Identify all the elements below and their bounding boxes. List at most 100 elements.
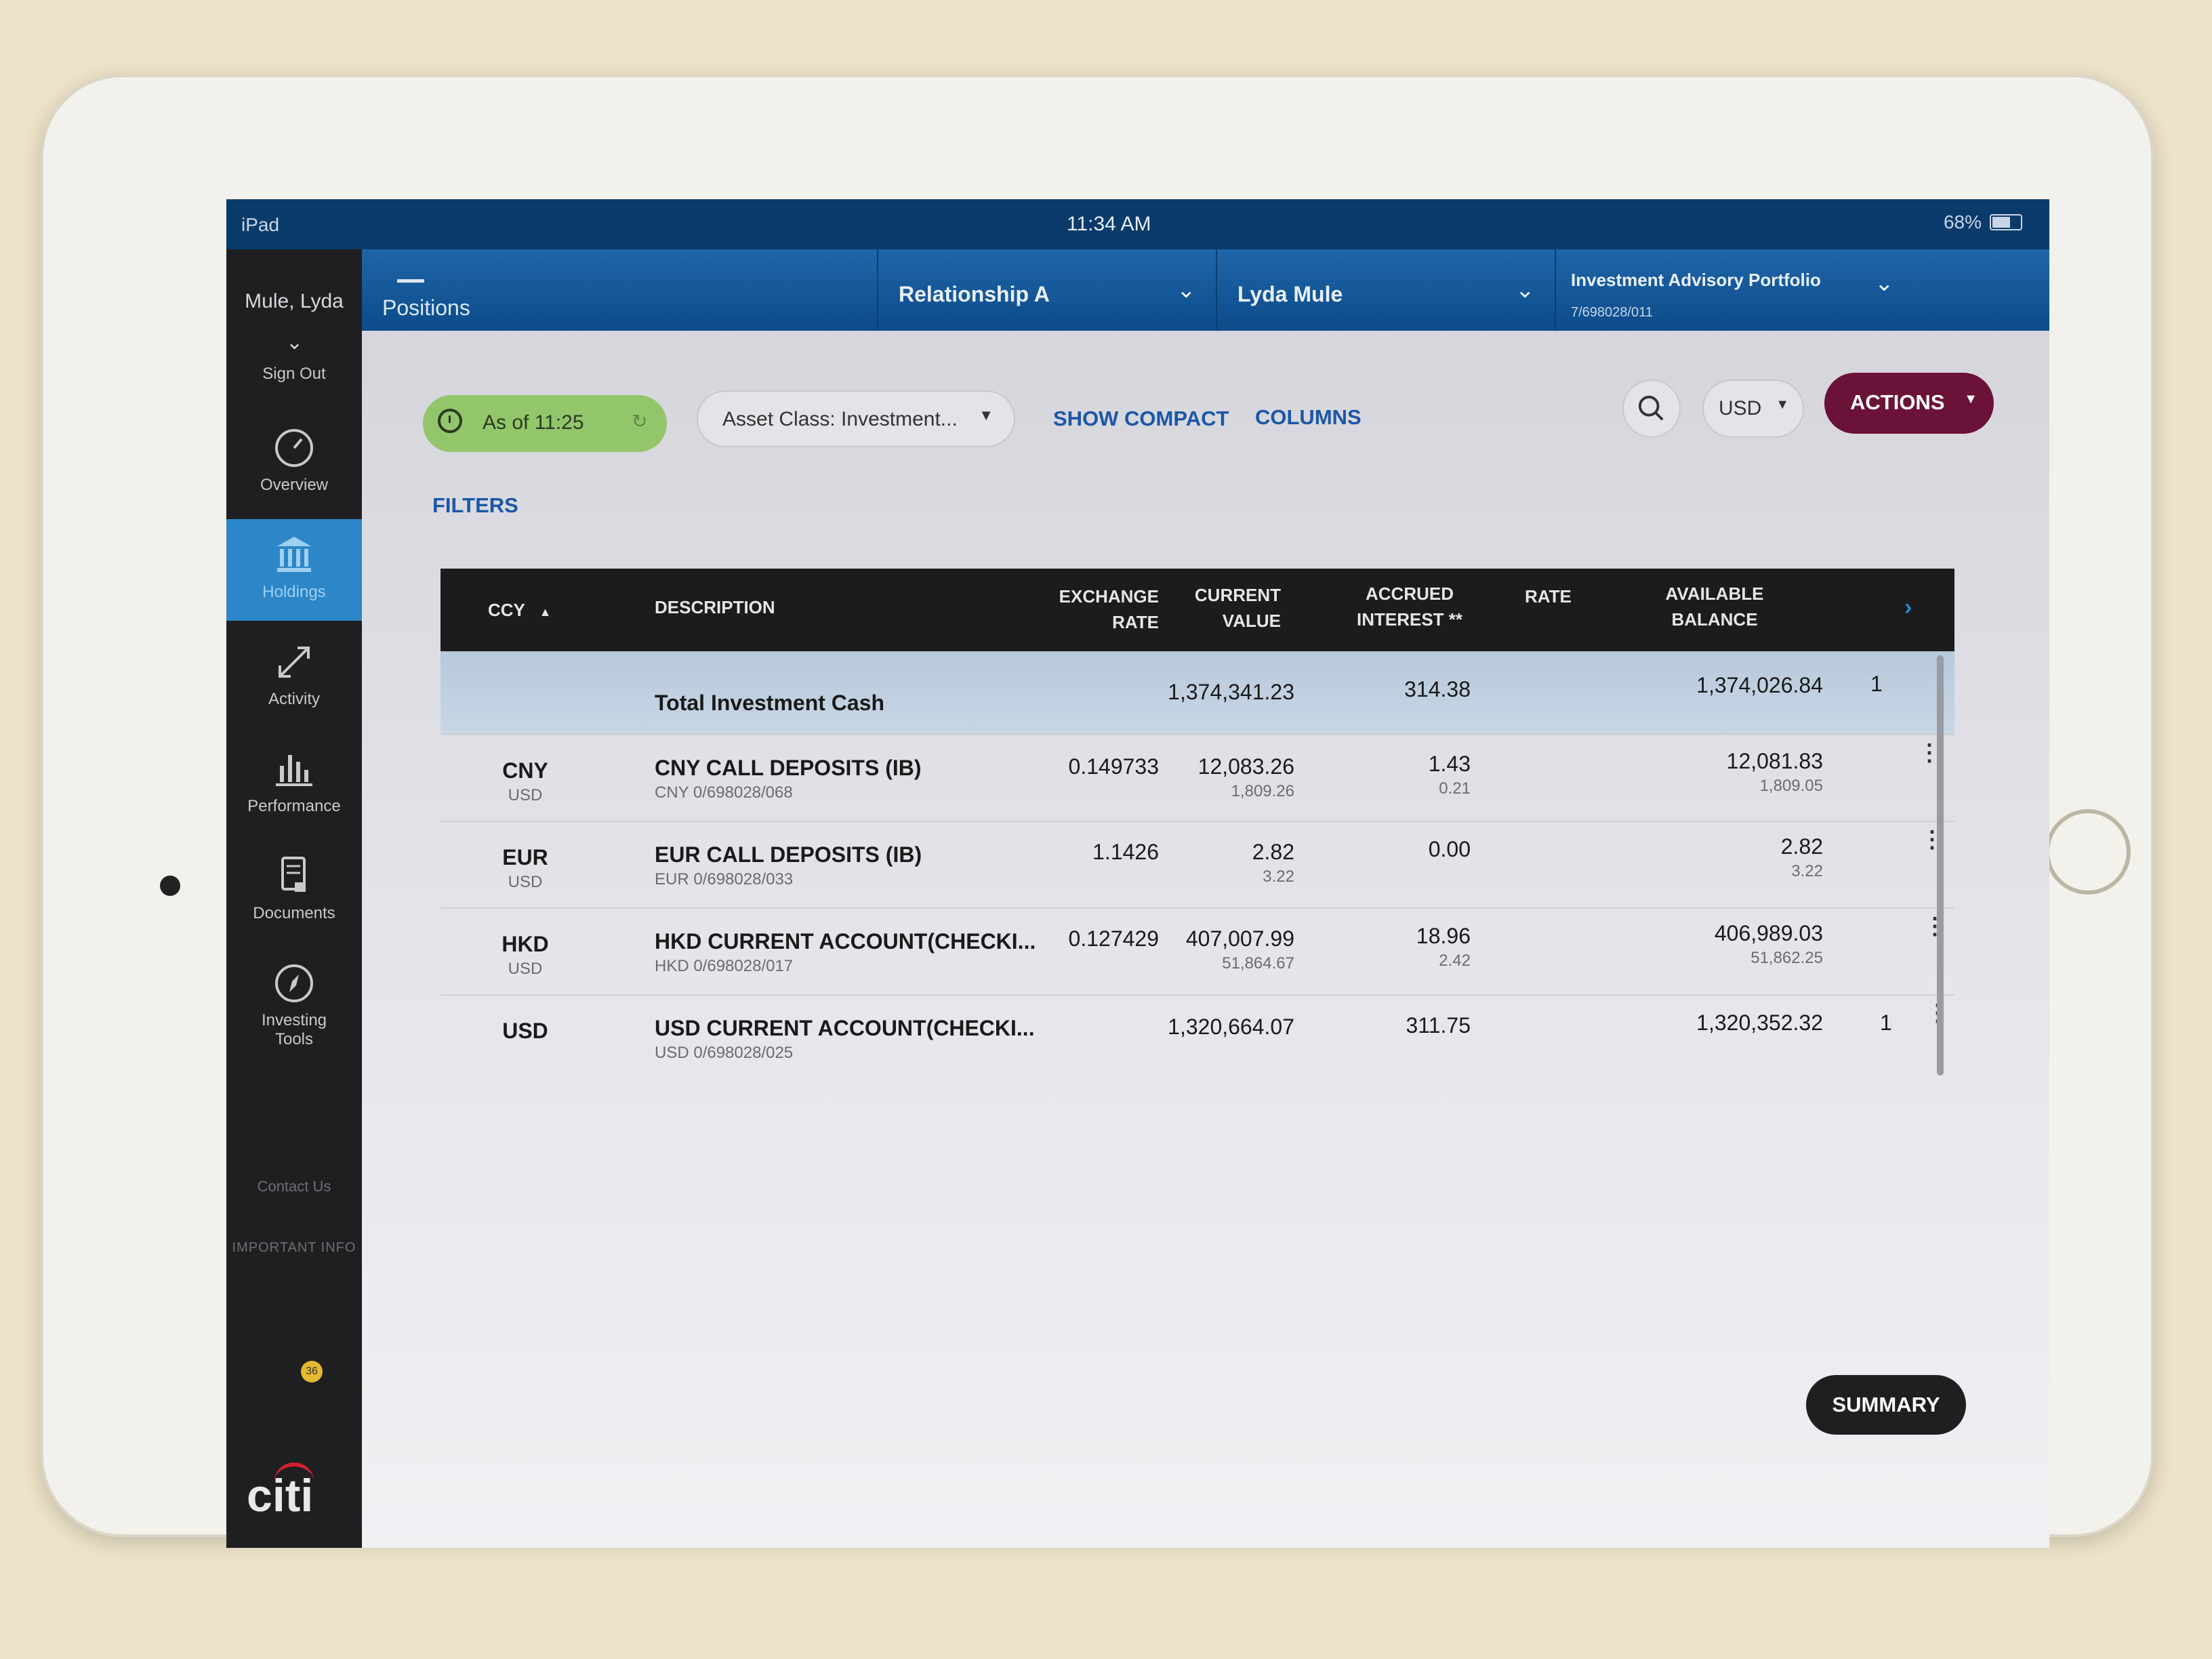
- total-row[interactable]: Total Investment Cash 1,374,341.23 314.3…: [441, 651, 1954, 735]
- home-button[interactable]: [2045, 809, 2131, 895]
- client-label: Lyda Mule: [1237, 282, 1343, 306]
- camera: [160, 876, 180, 896]
- relationship-selector[interactable]: Relationship A ⌄: [877, 249, 1217, 331]
- table-row[interactable]: HKD USD HKD CURRENT ACCOUNT(CHECKI... HK…: [441, 909, 1954, 996]
- chevron-down-icon[interactable]: ⌄: [286, 331, 303, 354]
- currency-dropdown[interactable]: USD ▼: [1702, 380, 1804, 438]
- exchange-rate-cell: 0.127429: [1068, 926, 1159, 951]
- table-row[interactable]: EUR USD EUR CALL DEPOSITS (IB) EUR 0/698…: [441, 822, 1954, 909]
- show-compact-link[interactable]: SHOW COMPACT: [1053, 407, 1229, 431]
- accrued-interest-cell: 0.00: [1362, 837, 1471, 865]
- description-cell[interactable]: HKD CURRENT ACCOUNT(CHECKI... HKD 0/6980…: [655, 929, 1036, 976]
- sidebar-item-label: Documents: [253, 904, 335, 922]
- portfolio-selector[interactable]: Investment Advisory Portfolio 7/698028/0…: [1555, 249, 1915, 331]
- summary-button[interactable]: SUMMARY: [1806, 1375, 1966, 1435]
- clock: 11:34 AM: [1067, 213, 1151, 235]
- table-row[interactable]: USD USD CURRENT ACCOUNT(CHECKI... USD 0/…: [441, 996, 1954, 1081]
- contact-us-link[interactable]: Contact Us: [226, 1178, 362, 1195]
- sidebar-item-overview[interactable]: Overview: [226, 412, 362, 514]
- caret-down-icon: ▼: [1776, 397, 1789, 412]
- header-rate[interactable]: RATE: [1525, 583, 1572, 609]
- user-name[interactable]: Mule, Lyda: [226, 290, 362, 313]
- holdings-table: CCY ▲ DESCRIPTION EXCHANGE RATE CURRENT …: [441, 569, 1954, 1081]
- device-label: iPad: [241, 214, 280, 235]
- actions-button[interactable]: ACTIONS ▼: [1824, 373, 1994, 434]
- portfolio-label: Investment Advisory Portfolio: [1571, 270, 1821, 290]
- filters-link[interactable]: FILTERS: [432, 493, 518, 518]
- header-description[interactable]: DESCRIPTION: [655, 594, 775, 620]
- accrued-interest: 0.00: [1428, 837, 1471, 861]
- description-cell[interactable]: CNY CALL DEPOSITS (IB) CNY 0/698028/068: [655, 756, 922, 802]
- refresh-icon[interactable]: ↻: [632, 410, 647, 432]
- accrued-interest-cell: 18.96 2.42: [1362, 924, 1471, 970]
- ccy-sub: USD: [508, 960, 543, 978]
- ccy-cell: CNY USD: [488, 758, 562, 805]
- account-number: EUR 0/698028/033: [655, 870, 794, 888]
- asset-class-dropdown[interactable]: Asset Class: Investment... ▼: [697, 390, 1015, 447]
- relationship-label: Relationship A: [899, 282, 1050, 306]
- available-balance: 12,081.83: [1726, 749, 1823, 773]
- header-line: RATE: [1112, 612, 1159, 632]
- sidebar-item-label: Performance: [247, 797, 341, 815]
- search-icon: [1638, 395, 1664, 421]
- client-selector[interactable]: Lyda Mule ⌄: [1216, 249, 1556, 331]
- description-cell[interactable]: EUR CALL DEPOSITS (IB) EUR 0/698028/033: [655, 842, 922, 889]
- ccy-sub: USD: [508, 786, 543, 804]
- chevron-down-icon: ⌄: [1515, 277, 1535, 303]
- screen: iPad 11:34 AM 68% Mule, Lyda ⌄ Sign Out …: [226, 199, 2049, 1548]
- current-value-usd: 51,864.67: [1222, 954, 1294, 972]
- account-number: USD 0/698028/025: [655, 1044, 794, 1062]
- columns-link[interactable]: COLUMNS: [1255, 405, 1361, 430]
- ccy-code: EUR: [502, 845, 548, 869]
- description-text: USD CURRENT ACCOUNT(CHECKI...: [655, 1016, 1035, 1040]
- header-exchange-rate[interactable]: EXCHANGE RATE: [1037, 583, 1159, 635]
- available-balance: 1,320,352.32: [1696, 1010, 1823, 1035]
- accrued-interest: 1.43: [1428, 752, 1471, 776]
- header-line: EXCHANGE: [1059, 586, 1159, 607]
- header-available-balance[interactable]: AVAILABLE BALANCE: [1647, 581, 1782, 632]
- ccy-code: HKD: [501, 932, 549, 956]
- sidebar-item-activity[interactable]: Activity: [226, 626, 362, 728]
- logo-arc: [274, 1462, 314, 1484]
- search-button[interactable]: [1622, 380, 1681, 438]
- compass-icon: [275, 964, 313, 1002]
- as-of-label: As of 11:25: [483, 411, 584, 434]
- menu-handle-icon[interactable]: [397, 279, 424, 283]
- table-row[interactable]: CNY USD CNY CALL DEPOSITS (IB) CNY 0/698…: [441, 735, 1954, 822]
- important-info-link[interactable]: IMPORTANT INFO: [226, 1240, 362, 1256]
- toolbar: As of 11:25 ↻ Asset Class: Investment...…: [362, 331, 2049, 534]
- accrued-interest-usd: 0.21: [1439, 779, 1471, 798]
- as-of-badge[interactable]: As of 11:25 ↻: [423, 395, 667, 452]
- header-line: CURRENT: [1194, 585, 1281, 605]
- header-current-value[interactable]: CURRENT VALUE: [1186, 582, 1281, 634]
- available-balance-cell: 12,081.83 1,809.05: [1647, 749, 1823, 796]
- available-balance-cell: 2.82 3.22: [1647, 834, 1823, 881]
- accrued-interest: 18.96: [1416, 924, 1471, 948]
- header-accrued-interest[interactable]: ACCRUED INTEREST **: [1342, 581, 1477, 632]
- sidebar-item-investing-tools[interactable]: Investing Tools: [226, 947, 362, 1063]
- row-extra: 1: [1880, 1010, 1892, 1035]
- description-text: HKD CURRENT ACCOUNT(CHECKI...: [655, 929, 1036, 954]
- sidebar-item-holdings[interactable]: Holdings: [226, 519, 362, 621]
- available-balance-cell: 406,989.03 51,862.25: [1647, 921, 1823, 968]
- available-balance-usd: 51,862.25: [1750, 949, 1823, 967]
- sidebar-item-performance[interactable]: Performance: [226, 733, 362, 835]
- description-text: CNY CALL DEPOSITS (IB): [655, 756, 922, 780]
- chevron-right-icon[interactable]: ›: [1904, 594, 1912, 620]
- gauge-icon: [275, 429, 313, 467]
- table-scrollbar[interactable]: [1937, 655, 1944, 1076]
- sidebar-item-label: Investing Tools: [261, 1011, 327, 1048]
- sidebar-item-documents[interactable]: Documents: [226, 840, 362, 942]
- sidebar-item-label: Holdings: [262, 583, 326, 601]
- description-cell[interactable]: USD CURRENT ACCOUNT(CHECKI... USD 0/6980…: [655, 1016, 1035, 1063]
- accrued-interest-cell: 1.43 0.21: [1362, 752, 1471, 798]
- total-available-balance: 1,374,026.84: [1696, 673, 1823, 697]
- header-ccy[interactable]: CCY ▲: [488, 597, 552, 625]
- ccy-code: CNY: [502, 758, 548, 783]
- caret-down-icon: ▼: [1964, 392, 1978, 407]
- status-bar: iPad 11:34 AM 68%: [226, 199, 2049, 249]
- sign-out-link[interactable]: Sign Out: [226, 365, 362, 384]
- chevron-down-icon: ⌄: [1875, 270, 1894, 296]
- current-value-usd: 1,809.26: [1231, 782, 1294, 800]
- description-text: EUR CALL DEPOSITS (IB): [655, 842, 922, 867]
